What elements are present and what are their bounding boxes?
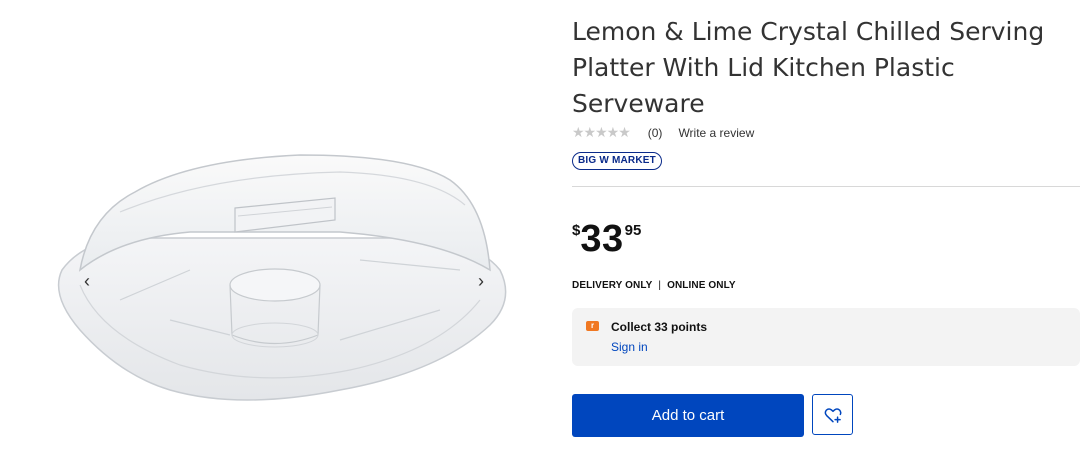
price-cents: 95 bbox=[624, 222, 642, 239]
write-review-link[interactable]: Write a review bbox=[678, 126, 754, 140]
gallery-next-button[interactable]: › bbox=[468, 268, 494, 294]
chevron-right-icon: › bbox=[478, 270, 484, 291]
rating-row: ★★★★★ (0) Write a review bbox=[572, 124, 754, 141]
product-gallery: ‹ › bbox=[0, 0, 560, 451]
wishlist-button[interactable] bbox=[812, 394, 853, 435]
price-dollars: 33 bbox=[580, 218, 624, 260]
product-details: Lemon & Lime Crystal Chilled Serving Pla… bbox=[572, 0, 1080, 451]
rewards-panel: r Collect 33 points Sign in bbox=[572, 308, 1080, 366]
product-title: Lemon & Lime Crystal Chilled Serving Pla… bbox=[572, 17, 1045, 118]
delivery-separator: | bbox=[658, 280, 662, 291]
collect-points-text: Collect 33 points bbox=[611, 320, 708, 334]
online-only-label: ONLINE ONLY bbox=[667, 280, 736, 291]
divider bbox=[572, 186, 1080, 187]
marketplace-badge: BIG W MARKET bbox=[572, 152, 662, 170]
star-rating-icon: ★★★★★ bbox=[572, 124, 631, 140]
sign-in-link[interactable]: Sign in bbox=[611, 340, 648, 354]
gallery-prev-button[interactable]: ‹ bbox=[74, 268, 100, 294]
review-count: (0) bbox=[647, 125, 663, 140]
price: $ 33 95 bbox=[572, 218, 641, 260]
delivery-only-label: DELIVERY ONLY bbox=[572, 280, 653, 291]
delivery-info: DELIVERY ONLY | ONLINE ONLY bbox=[572, 280, 736, 291]
heart-plus-icon bbox=[824, 407, 841, 423]
chevron-left-icon: ‹ bbox=[84, 270, 90, 291]
add-to-cart-button[interactable]: Add to cart bbox=[572, 394, 804, 437]
price-currency: $ bbox=[572, 222, 581, 239]
rewards-icon: r bbox=[586, 321, 599, 331]
product-image bbox=[57, 154, 507, 401]
